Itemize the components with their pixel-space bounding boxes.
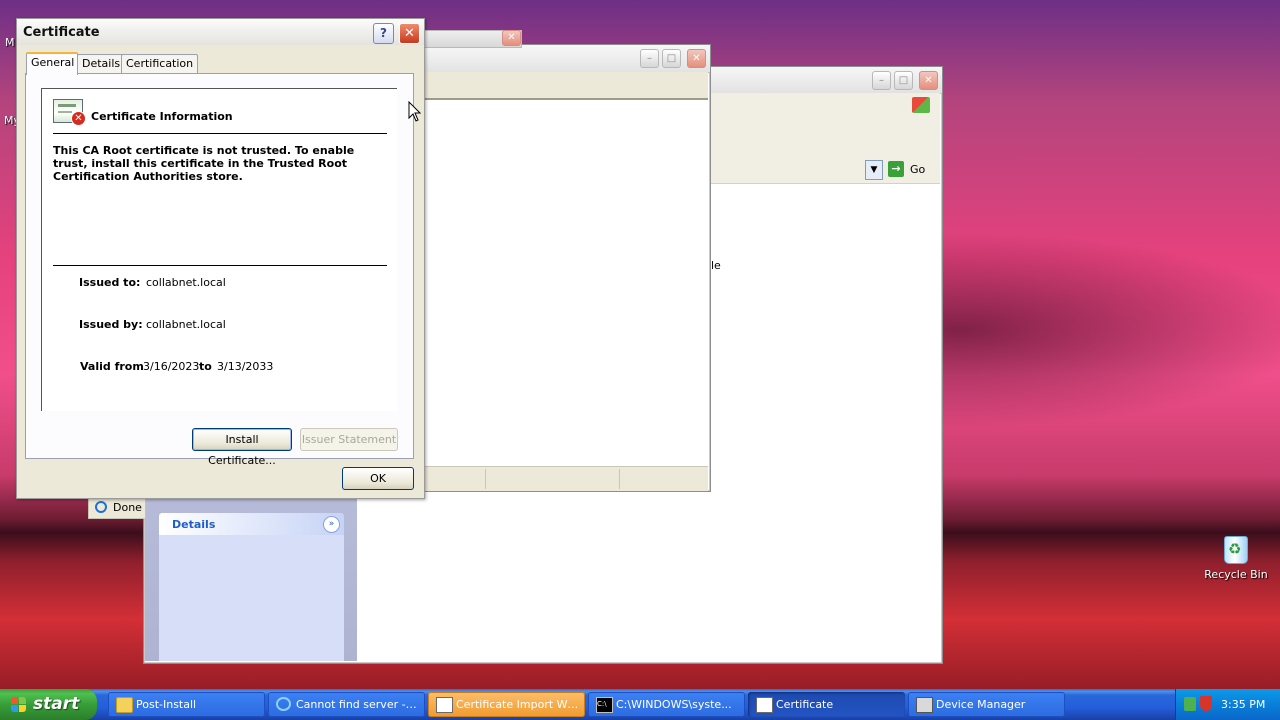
ok-button[interactable]: OK xyxy=(342,467,414,490)
general-tab-panel: ✕ Certificate Information This CA Root c… xyxy=(25,73,414,467)
dialog-title: Certificate xyxy=(23,25,100,40)
chevron-down-icon[interactable]: » xyxy=(323,516,340,533)
recycle-bin-label: Recycle Bin xyxy=(1204,568,1268,581)
partial-label: le xyxy=(711,259,721,272)
taskbar-button-label: C:\WINDOWS\syste... xyxy=(616,698,732,711)
certificate-dialog[interactable]: Certificate ? ✕ General Details Certific… xyxy=(16,18,425,499)
footer-divider xyxy=(485,469,486,489)
tab-certification-path[interactable]: Certification Path xyxy=(121,54,199,88)
clock[interactable]: 3:35 PM xyxy=(1221,698,1265,711)
address-dropdown-icon[interactable]: ▼ xyxy=(865,160,883,180)
cmd-icon: C:\ xyxy=(596,697,613,713)
details-divider xyxy=(53,265,387,266)
import-wizard-titlebar[interactable]: – □ ✕ xyxy=(421,45,710,73)
details-panel-body xyxy=(159,535,344,661)
taskbar-button-certificate[interactable]: Certificate xyxy=(748,692,905,717)
browser-status-bar: Done xyxy=(88,497,146,519)
help-button[interactable]: ? xyxy=(373,23,394,44)
issued-to-label: Issued to: xyxy=(79,276,141,289)
minimize-button[interactable]: – xyxy=(872,71,891,90)
issuer-statement-button: Issuer Statement xyxy=(300,428,398,451)
mouse-cursor-icon xyxy=(408,101,422,122)
start-label: start xyxy=(33,694,80,714)
certificate-dialog-titlebar[interactable]: Certificate ? ✕ xyxy=(17,19,424,45)
taskbar-button-certificate-import-wizard[interactable]: Certificate Import Wi... xyxy=(428,692,585,717)
windows-logo-icon xyxy=(912,97,930,113)
close-button[interactable]: ✕ xyxy=(502,30,521,46)
background-import-wizard-window[interactable]: – □ ✕ le xyxy=(420,44,721,492)
maximize-button[interactable]: □ xyxy=(662,49,681,68)
taskbar-button-device-manager[interactable]: Device Manager xyxy=(908,692,1065,717)
status-text: Done xyxy=(113,501,142,514)
close-icon[interactable]: ✕ xyxy=(399,23,420,44)
maximize-button[interactable]: □ xyxy=(894,71,913,90)
trust-warning-text: This CA Root certificate is not trusted.… xyxy=(53,144,355,183)
wizard-header-band xyxy=(421,72,708,100)
valid-from-value: 3/16/2023 xyxy=(143,360,200,373)
close-button[interactable]: ✕ xyxy=(687,49,706,68)
windows-flag-icon xyxy=(11,697,27,712)
folder-icon xyxy=(116,697,133,713)
start-button[interactable]: start xyxy=(0,689,97,720)
taskbar-button-cannot-find-server[interactable]: Cannot find server - ... xyxy=(268,692,425,717)
close-button[interactable]: ✕ xyxy=(919,71,938,90)
network-icon[interactable] xyxy=(1184,697,1196,711)
certificate-info-heading: Certificate Information xyxy=(91,110,233,123)
taskbar-button-post-install[interactable]: Post-Install xyxy=(108,692,265,717)
recycle-bin[interactable]: Recycle Bin xyxy=(1196,536,1276,581)
device-manager-icon xyxy=(916,697,933,713)
go-label: Go xyxy=(910,163,926,176)
tab-details[interactable]: Details xyxy=(77,54,126,73)
heading-divider xyxy=(53,133,387,134)
details-panel-header[interactable]: Details » xyxy=(159,513,344,535)
taskbar-button-label: Certificate xyxy=(776,698,834,711)
taskbar-button-cmd[interactable]: C:\ C:\WINDOWS\syste... xyxy=(588,692,745,717)
install-certificate-button[interactable]: Install Certificate... xyxy=(192,428,292,467)
security-shield-icon[interactable] xyxy=(1200,696,1212,711)
desktop-icon-fragment-label: M xyxy=(5,36,15,49)
minimize-button[interactable]: – xyxy=(640,49,659,68)
issued-by-label: Issued by: xyxy=(79,318,143,331)
taskbar-button-label: Device Manager xyxy=(936,698,1026,711)
wizard-footer xyxy=(421,466,708,491)
details-panel-title: Details xyxy=(172,518,216,531)
go-arrow-icon: → xyxy=(888,161,904,177)
footer-divider xyxy=(619,469,620,489)
recycle-bin-icon xyxy=(1224,536,1248,564)
certificate-info-box: ✕ Certificate Information This CA Root c… xyxy=(41,88,397,411)
error-icon: ✕ xyxy=(71,111,86,126)
ie-page-icon xyxy=(95,501,107,513)
taskbar-button-label: Cannot find server - ... xyxy=(296,698,419,711)
window-icon xyxy=(436,697,453,713)
ie-icon xyxy=(276,697,291,711)
issued-to-value: collabnet.local xyxy=(146,276,226,289)
go-button[interactable]: → Go xyxy=(888,160,938,180)
taskbar: start Post-Install Cannot find server - … xyxy=(0,689,1280,720)
taskbar-button-label: Post-Install xyxy=(136,698,197,711)
system-tray: 3:35 PM xyxy=(1175,689,1280,720)
tab-general[interactable]: General xyxy=(26,52,78,75)
valid-to-value: 3/13/2033 xyxy=(217,360,274,373)
issued-by-value: collabnet.local xyxy=(146,318,226,331)
valid-from-label: Valid from xyxy=(80,360,144,373)
window-icon xyxy=(756,697,773,713)
valid-to-label: to xyxy=(199,360,212,373)
taskbar-button-label: Certificate Import Wi... xyxy=(456,698,579,711)
desktop-icon-fragment[interactable]: M xyxy=(5,36,15,49)
